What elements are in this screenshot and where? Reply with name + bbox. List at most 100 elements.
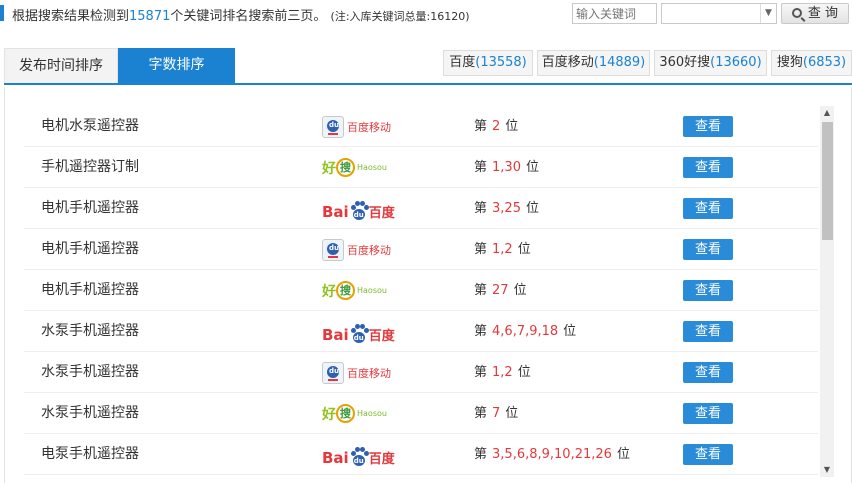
rank-positions: 1,2 xyxy=(492,242,513,257)
engine-logo: 百度移动 xyxy=(322,237,402,262)
haosou-logo: 好 搜 Haosou xyxy=(322,401,402,426)
rank-suffix: 位 xyxy=(513,283,527,298)
query-button[interactable]: 查 询 xyxy=(781,3,849,24)
top-bar: 根据搜索结果检测到15871个关键词排名搜索前三页。 (注:入库关键词总量:16… xyxy=(0,0,852,30)
rank-suffix: 位 xyxy=(616,447,630,462)
baidu-logo: Bai du 百度 xyxy=(322,196,402,221)
keyword-row: 水泵手机遥控器 百度移动 第 1,2 位 查看 xyxy=(24,352,818,393)
baidu-cn: 百度 xyxy=(368,452,395,467)
haosou-en: Haosou xyxy=(357,163,387,172)
rank-suffix: 位 xyxy=(517,242,531,257)
engine-logo: 百度移动 xyxy=(322,114,402,139)
rank-text: 第 1,30 位 xyxy=(474,147,539,188)
haosou-circle-icon: 搜 xyxy=(336,158,355,177)
scroll-down-arrow-icon[interactable]: ▼ xyxy=(820,463,834,477)
keyword-list-panel: 电机水泵遥控器 百度移动 第2位查看手机遥控器订制 好 搜 Haosou 第1,… xyxy=(4,87,852,483)
keyword-list: 电机水泵遥控器 百度移动 第2位查看手机遥控器订制 好 搜 Haosou 第1,… xyxy=(24,106,818,475)
rank-prefix: 第 xyxy=(474,242,488,257)
baidu-mobile-icon xyxy=(322,238,344,261)
rank-positions: 4,6,7,9,18 xyxy=(492,324,559,339)
engine-count: (14889) xyxy=(593,55,646,70)
rank-prefix: 第 xyxy=(474,406,488,421)
engine-logo: Bai du 百度 xyxy=(322,319,402,344)
rank-prefix: 第 xyxy=(474,324,488,339)
rank-text: 第 1,2 位 xyxy=(474,352,531,393)
haosou-hao: 好 xyxy=(322,406,336,423)
keyword-search-input[interactable] xyxy=(572,3,657,24)
baidu-bai: Bai xyxy=(322,326,349,344)
rank-text: 第7位 xyxy=(474,393,518,434)
engine-select[interactable]: ▼ xyxy=(661,3,777,24)
rank-prefix: 第 xyxy=(474,119,488,134)
summary-prefix: 根据搜索结果检测到 xyxy=(12,9,130,24)
engine-count: (6853) xyxy=(802,55,847,70)
baidu-paw-icon: du xyxy=(350,324,369,344)
rank-suffix: 位 xyxy=(525,160,539,175)
engine-logo: 好 搜 Haosou xyxy=(322,155,402,180)
baidu-paw-icon: du xyxy=(350,447,369,467)
accent-mark xyxy=(0,5,4,21)
scrollbar[interactable]: ▲ ▼ xyxy=(820,106,834,477)
baidu-mobile-text: 百度移动 xyxy=(347,120,391,134)
engine-filter-360[interactable]: 360好搜(13660) xyxy=(654,50,767,76)
baidu-bai: Bai xyxy=(322,449,349,467)
view-button[interactable]: 查看 xyxy=(683,157,733,178)
haosou-en: Haosou xyxy=(357,409,387,418)
view-button[interactable]: 查看 xyxy=(683,444,733,465)
baidu-paw-icon: du xyxy=(350,201,369,221)
view-button[interactable]: 查看 xyxy=(683,280,733,301)
engine-filter-sogou[interactable]: 搜狗(6853) xyxy=(771,50,852,76)
keyword-text: 水泵手机遥控器 xyxy=(41,323,139,339)
keyword-text: 手机遥控器订制 xyxy=(41,159,139,175)
engine-name: 百度 xyxy=(449,55,476,70)
rank-text: 第 4,6,7,9,18 位 xyxy=(474,311,576,352)
baidu-bai: Bai xyxy=(322,203,349,221)
engine-name: 百度移动 xyxy=(541,55,594,70)
haosou-hao: 好 xyxy=(322,160,336,177)
keyword-row: 手机遥控器订制 好 搜 Haosou 第 1,30 位 查看 xyxy=(24,147,818,188)
keyword-text: 电机手机遥控器 xyxy=(41,282,139,298)
rank-prefix: 第 xyxy=(474,447,488,462)
keyword-text: 电机手机遥控器 xyxy=(41,241,139,257)
rank-prefix: 第 xyxy=(474,365,488,380)
rank-positions: 1,30 xyxy=(492,160,521,175)
sort-tabs: 发布时间排序 字数排序 百度(13558) 百度移动(14889) 360好搜(… xyxy=(4,48,852,85)
engine-count: (13660) xyxy=(710,55,762,70)
baidu-cn: 百度 xyxy=(368,206,395,221)
tab-word-count[interactable]: 字数排序 xyxy=(118,48,235,83)
baidu-logo: Bai du 百度 xyxy=(322,319,402,344)
rank-suffix: 位 xyxy=(505,406,519,421)
query-button-label: 查 询 xyxy=(807,6,839,21)
haosou-hao: 好 xyxy=(322,283,336,300)
baidu-mobile-logo: 百度移动 xyxy=(322,114,402,139)
chevron-down-icon[interactable]: ▼ xyxy=(760,4,776,23)
baidu-du: du xyxy=(352,209,365,220)
engine-logo: Bai du 百度 xyxy=(322,442,402,467)
haosou-logo: 好 搜 Haosou xyxy=(322,278,402,303)
tab-publish-time[interactable]: 发布时间排序 xyxy=(4,48,118,83)
engine-filter-baidu[interactable]: 百度(13558) xyxy=(443,50,533,76)
view-button[interactable]: 查看 xyxy=(683,403,733,424)
rank-positions: 1,2 xyxy=(492,365,513,380)
rank-text: 第 3,5,6,8,9,10,21,26 位 xyxy=(474,434,630,475)
engine-name: 搜狗 xyxy=(776,55,803,70)
rank-text: 第 3,25 位 xyxy=(474,188,539,229)
baidu-mobile-logo: 百度移动 xyxy=(322,237,402,262)
engine-name: 360好搜 xyxy=(659,55,711,70)
rank-positions: 3,5,6,8,9,10,21,26 xyxy=(492,447,612,462)
rank-prefix: 第 xyxy=(474,201,488,216)
scrollbar-thumb[interactable] xyxy=(822,122,833,240)
view-button[interactable]: 查看 xyxy=(683,239,733,260)
scroll-up-arrow-icon[interactable]: ▲ xyxy=(820,106,834,120)
haosou-logo: 好 搜 Haosou xyxy=(322,155,402,180)
keyword-text: 电机水泵遥控器 xyxy=(41,118,139,134)
rank-positions: 3,25 xyxy=(492,201,521,216)
engine-filter-baidu-mobile[interactable]: 百度移动(14889) xyxy=(537,50,650,76)
view-button[interactable]: 查看 xyxy=(683,116,733,137)
baidu-mobile-icon xyxy=(322,115,344,138)
rank-text: 第 27 位 xyxy=(474,270,527,311)
view-button[interactable]: 查看 xyxy=(683,321,733,342)
view-button[interactable]: 查看 xyxy=(683,362,733,383)
keyword-text: 水泵手机遥控器 xyxy=(41,405,139,421)
view-button[interactable]: 查看 xyxy=(683,198,733,219)
